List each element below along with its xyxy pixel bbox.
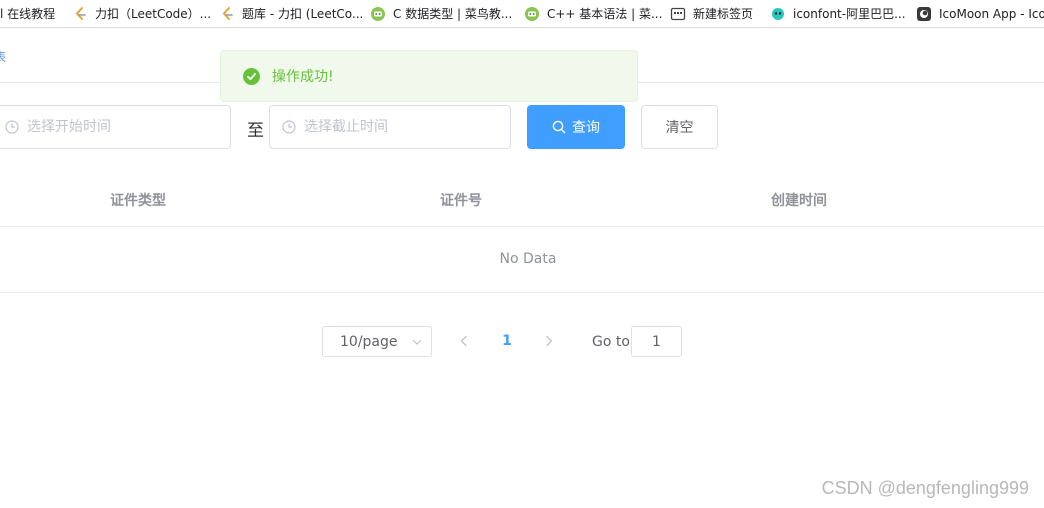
- bookmark-item[interactable]: 新建标签页: [670, 0, 754, 27]
- clear-button-label: 清空: [665, 120, 694, 136]
- bookmark-label: C++ 基本语法 | 菜...: [547, 7, 663, 21]
- clock-icon: [5, 120, 19, 134]
- query-button-label: 查询: [572, 120, 600, 136]
- icomoon-icon: [916, 6, 932, 22]
- bookmark-item[interactable]: l 在线教程: [0, 0, 56, 27]
- bookmark-label: C 数据类型 | 菜鸟教...: [393, 7, 513, 21]
- bookmark-label: IcoMoon App - Ico...: [939, 7, 1044, 21]
- success-message: 操作成功!: [220, 50, 638, 102]
- check-circle-icon: [243, 67, 260, 85]
- bookmark-item[interactable]: C 数据类型 | 菜鸟教...: [370, 0, 513, 27]
- bookmark-label: 力扣（LeetCode）...: [95, 7, 212, 21]
- success-message-text: 操作成功!: [272, 69, 334, 85]
- table-header-divider: [0, 226, 1044, 227]
- date-range-separator: 至: [247, 121, 264, 141]
- chevron-left-icon[interactable]: [457, 334, 471, 348]
- chevron-down-icon: [412, 339, 422, 345]
- new-tab-icon: [670, 6, 686, 22]
- bookmark-label: 新建标签页: [693, 7, 754, 21]
- iconfont-icon: [770, 6, 786, 22]
- column-header-id-number[interactable]: 证件号: [440, 190, 482, 210]
- leetcode-icon: [219, 6, 235, 22]
- runoob-icon: [524, 6, 540, 22]
- table-bottom-divider: [0, 292, 1044, 293]
- goto-page-input[interactable]: [631, 326, 682, 357]
- query-button[interactable]: 查询: [527, 105, 625, 149]
- start-date-picker[interactable]: [0, 105, 231, 149]
- bookmark-item[interactable]: 题库 - 力扣 (LeetCo...: [219, 0, 364, 27]
- bookmark-label: l 在线教程: [0, 7, 56, 21]
- bookmarks-bar: l 在线教程 力扣（LeetCode）... 题库 - 力扣 (LeetCo..…: [0, 0, 1044, 28]
- clear-button[interactable]: 清空: [641, 105, 718, 149]
- bookmark-item[interactable]: iconfont-阿里巴巴...: [770, 0, 906, 27]
- watermark-text: CSDN @dengfengling999: [821, 478, 1029, 498]
- end-date-picker[interactable]: [269, 105, 511, 149]
- bookmark-label: 题库 - 力扣 (LeetCo...: [242, 7, 364, 21]
- column-header-created-time[interactable]: 创建时间: [771, 190, 827, 210]
- clock-icon: [282, 120, 296, 134]
- page-number-current[interactable]: 1: [498, 333, 516, 349]
- bookmark-item[interactable]: IcoMoon App - Ico...: [916, 0, 1044, 27]
- bookmark-item[interactable]: 力扣（LeetCode）...: [72, 0, 212, 27]
- bookmark-label: iconfont-阿里巴巴...: [793, 7, 906, 21]
- page-size-select[interactable]: 10/page: [322, 326, 432, 357]
- chevron-right-icon[interactable]: [542, 334, 556, 348]
- goto-label: Go to: [592, 334, 630, 350]
- table-empty-text: No Data: [499, 251, 557, 267]
- breadcrumb[interactable]: 表: [0, 48, 6, 65]
- start-date-input[interactable]: [27, 119, 207, 135]
- page-size-value: 10/page: [340, 333, 398, 350]
- runoob-icon: [370, 6, 386, 22]
- leetcode-icon: [72, 6, 88, 22]
- column-header-id-type[interactable]: 证件类型: [110, 190, 166, 210]
- end-date-input[interactable]: [304, 119, 484, 135]
- bookmark-item[interactable]: C++ 基本语法 | 菜...: [524, 0, 663, 27]
- search-icon: [552, 120, 566, 134]
